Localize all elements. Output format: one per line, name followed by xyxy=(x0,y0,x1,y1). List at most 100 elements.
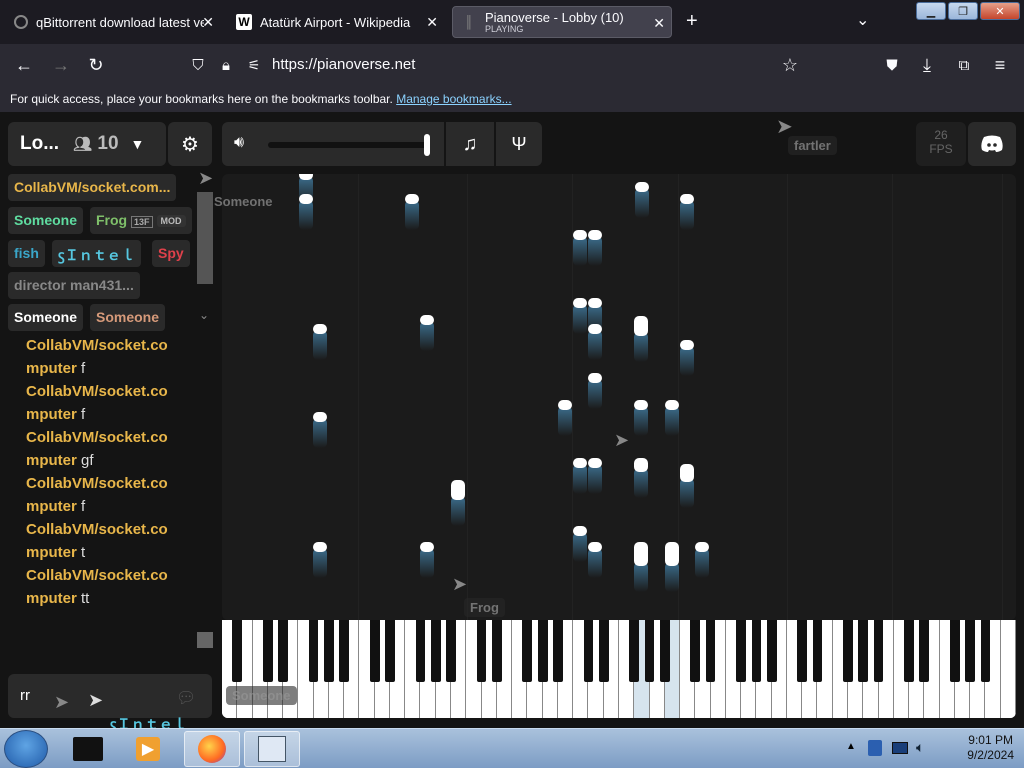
lobby-selector[interactable]: Lo... 👥︎ 10 ▼ xyxy=(8,122,166,166)
volume-slider-handle[interactable] xyxy=(424,134,430,156)
forward-icon[interactable]: → xyxy=(50,54,72,76)
tab-list-icon[interactable]: ⌄ xyxy=(856,10,869,30)
discord-button[interactable] xyxy=(968,122,1016,166)
black-key[interactable] xyxy=(766,620,777,682)
volume-slider[interactable] xyxy=(268,142,428,148)
black-key[interactable] xyxy=(553,620,563,682)
black-key[interactable] xyxy=(965,620,976,682)
start-button[interactable] xyxy=(4,730,48,768)
volume-tray-icon[interactable]: 🔈︎ xyxy=(916,739,924,756)
black-key[interactable] xyxy=(262,620,273,682)
white-key[interactable] xyxy=(1000,620,1016,718)
note-trail xyxy=(634,406,648,436)
taskbar-app[interactable] xyxy=(184,731,240,767)
speaker-icon[interactable]: 🔊︎ xyxy=(234,134,244,152)
chevron-down-icon[interactable]: ⌄ xyxy=(199,308,209,322)
permissions-icon[interactable]: ⚟ xyxy=(243,54,265,76)
extensions-icon[interactable]: ⧉ xyxy=(953,54,975,76)
black-key[interactable] xyxy=(415,620,426,682)
close-window-icon[interactable]: ✕ xyxy=(980,2,1020,20)
user-chip[interactable]: director man431... xyxy=(8,272,140,299)
midi-button[interactable]: ♫ xyxy=(446,122,494,166)
black-key[interactable] xyxy=(751,620,762,682)
black-key[interactable] xyxy=(797,620,808,682)
user-chip[interactable]: fish xyxy=(8,240,45,267)
user-chip[interactable]: CollabVM/socket.com... xyxy=(8,174,177,201)
black-key[interactable] xyxy=(843,620,853,682)
black-key[interactable] xyxy=(629,620,640,682)
black-key[interactable] xyxy=(537,620,548,682)
pocket-icon[interactable]: ⛊ xyxy=(881,54,903,76)
black-key[interactable] xyxy=(522,620,533,682)
tab-pianoverse[interactable]: ║ Pianoverse - Lobby (10) PLAYING ✕ xyxy=(452,6,672,38)
black-key[interactable] xyxy=(659,620,670,682)
new-tab-icon[interactable]: + xyxy=(686,10,698,33)
black-key[interactable] xyxy=(644,620,655,682)
music-note-icon: ♫ xyxy=(462,132,478,155)
user-chip[interactable]: Spy xyxy=(152,240,190,267)
piano-keyboard[interactable] xyxy=(222,620,1016,718)
tab-qbittorrent[interactable]: qBittorrent download latest ver ✕ xyxy=(6,6,220,38)
monitor-icon[interactable] xyxy=(892,742,908,754)
reload-icon[interactable]: ↻ xyxy=(85,54,107,76)
cursor-icon: ➤ xyxy=(614,430,630,450)
minimize-icon[interactable]: ▁ xyxy=(916,2,946,20)
black-key[interactable] xyxy=(308,620,319,682)
user-chip[interactable]: Frog 13F MOD xyxy=(90,207,192,234)
black-key[interactable] xyxy=(430,620,441,682)
black-key[interactable] xyxy=(491,620,502,682)
chat-scrollbar[interactable] xyxy=(197,632,213,648)
user-chip[interactable]: Someone xyxy=(8,207,84,234)
cursor-icon: ➤ xyxy=(198,168,214,188)
black-key[interactable] xyxy=(339,620,350,682)
manage-bookmarks-link[interactable]: Manage bookmarks... xyxy=(396,92,511,106)
black-key[interactable] xyxy=(323,620,334,682)
close-icon[interactable]: ✕ xyxy=(202,14,214,31)
url-bar[interactable]: https://pianoverse.net xyxy=(272,56,415,73)
falling-note xyxy=(451,480,465,500)
user-chip[interactable]: ꚃＩｎｔｅｌ xyxy=(52,240,141,267)
settings-button[interactable]: ⚙ xyxy=(168,122,212,166)
black-key[interactable] xyxy=(705,620,716,682)
note-trail xyxy=(313,330,327,360)
user-chip[interactable]: Someone xyxy=(8,304,84,331)
black-key[interactable] xyxy=(736,620,747,682)
black-key[interactable] xyxy=(476,620,487,682)
black-key[interactable] xyxy=(904,620,914,682)
taskbar-app[interactable] xyxy=(244,731,300,767)
black-key[interactable] xyxy=(232,620,243,682)
pianoverse-page: Lo... 👥︎ 10 ▼ ⚙ 🔊︎ ♫ Ψ 26 FPS CollabVM/s… xyxy=(0,112,1024,732)
clock[interactable]: 9:01 PM 9/2/2024 xyxy=(967,733,1014,763)
lock-icon[interactable]: 🔒︎ xyxy=(215,54,237,76)
tray-arrow-icon[interactable]: ▲ xyxy=(846,741,856,752)
user-chip[interactable]: Someone xyxy=(90,304,166,331)
chat-bubble-icon[interactable]: 💬︎ xyxy=(176,688,196,708)
black-key[interactable] xyxy=(583,620,594,682)
tray-icon[interactable] xyxy=(868,740,882,756)
media-player-icon: ▶ xyxy=(136,737,160,761)
black-key[interactable] xyxy=(873,620,884,682)
usb-button[interactable]: Ψ xyxy=(496,122,542,166)
black-key[interactable] xyxy=(919,620,930,682)
shield-icon[interactable]: ⛉ xyxy=(187,54,209,76)
taskbar-app[interactable] xyxy=(60,731,116,767)
close-icon[interactable]: ✕ xyxy=(426,14,438,31)
downloads-icon[interactable]: ⤓ xyxy=(916,54,938,76)
taskbar-app[interactable]: ▶ xyxy=(120,731,176,767)
maximize-icon[interactable]: ❐ xyxy=(948,2,978,20)
black-key[interactable] xyxy=(446,620,456,682)
black-key[interactable] xyxy=(980,620,991,682)
close-icon[interactable]: ✕ xyxy=(653,15,665,32)
black-key[interactable] xyxy=(598,620,609,682)
tab-wikipedia[interactable]: W Atatürk Airport - Wikipedia ✕ xyxy=(228,6,444,38)
menu-icon[interactable]: ≡ xyxy=(989,54,1011,76)
black-key[interactable] xyxy=(812,620,823,682)
black-key[interactable] xyxy=(690,620,701,682)
black-key[interactable] xyxy=(278,620,288,682)
bookmark-star-icon[interactable]: ☆ xyxy=(779,54,801,76)
back-icon[interactable]: ← xyxy=(13,54,35,76)
black-key[interactable] xyxy=(858,620,869,682)
black-key[interactable] xyxy=(950,620,960,682)
black-key[interactable] xyxy=(385,620,395,682)
black-key[interactable] xyxy=(369,620,380,682)
